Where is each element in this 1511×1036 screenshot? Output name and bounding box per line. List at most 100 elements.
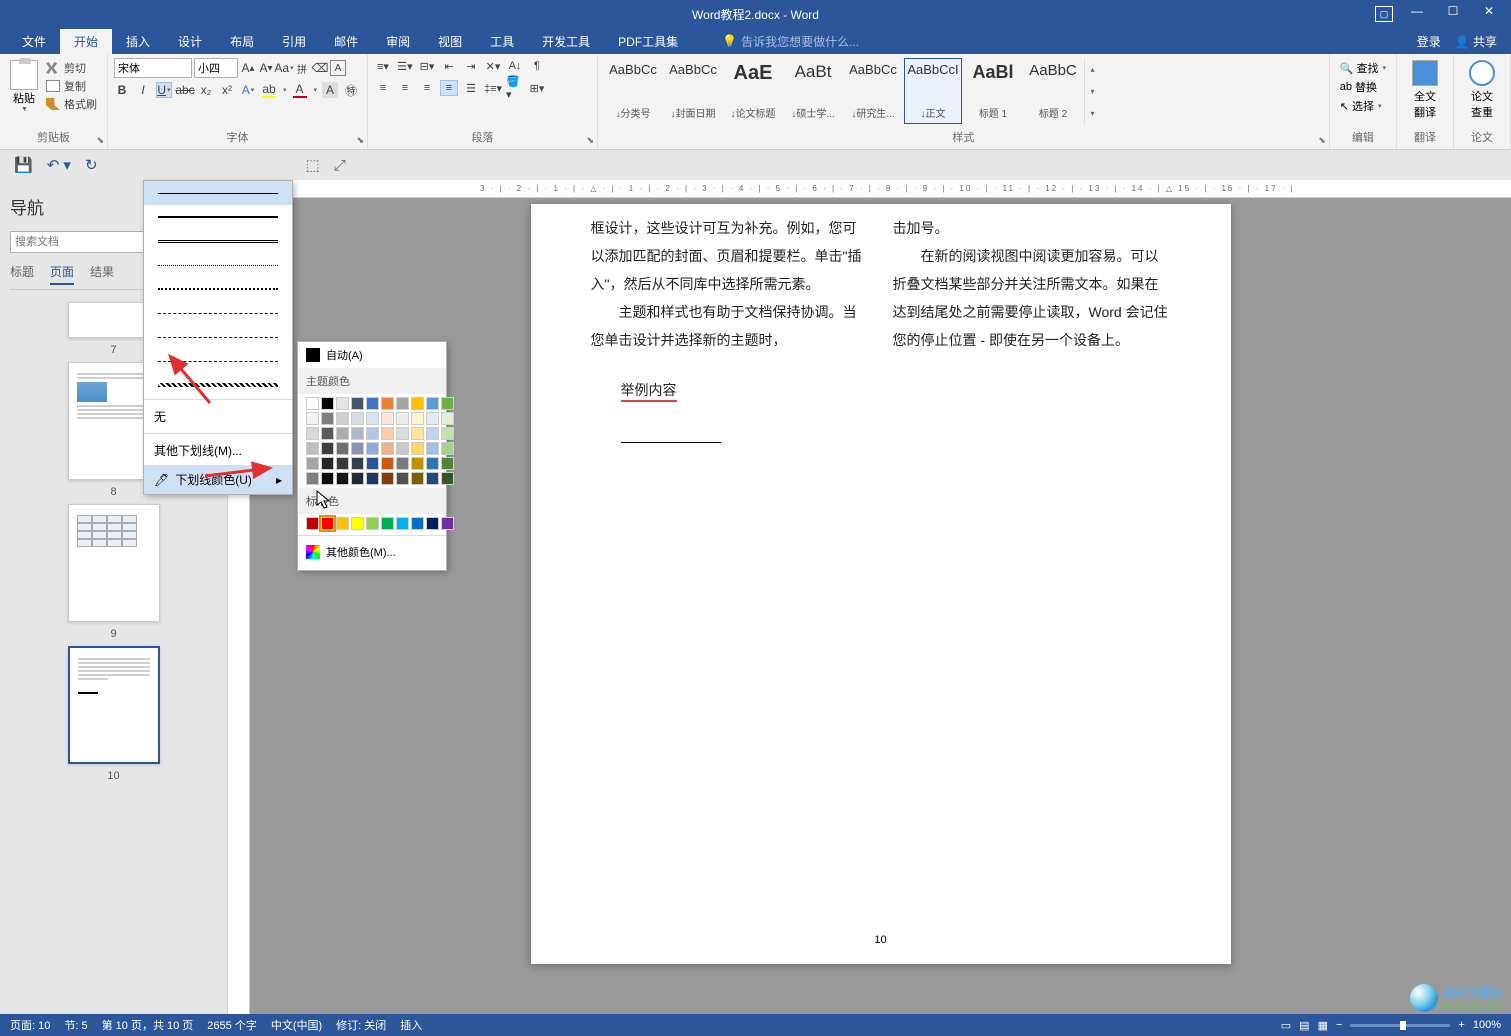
color-swatch[interactable] [441, 397, 454, 410]
color-swatch[interactable] [306, 412, 319, 425]
zoom-in-button[interactable]: + [1458, 1019, 1464, 1031]
style-heading1[interactable]: AaBl标题 1 [964, 58, 1022, 124]
select-button[interactable]: ↖选择▾ [1340, 98, 1386, 114]
style-graduate[interactable]: AaBbCc↓研究生... [844, 58, 902, 124]
borders-button[interactable]: ⊞▾ [528, 80, 546, 96]
style-thesis-title[interactable]: AaE↓论文标题 [724, 58, 782, 124]
underline-style-solid[interactable] [144, 181, 292, 205]
redo-button[interactable]: ↻ [85, 156, 98, 174]
status-page-of[interactable]: 第 10 页，共 10 页 [102, 1017, 194, 1033]
show-marks-button[interactable]: ¶ [528, 58, 546, 74]
nav-tab-results[interactable]: 结果 [90, 263, 114, 285]
decrease-font-button[interactable]: A▾ [258, 60, 274, 76]
underline-style-dotted-heavy[interactable] [144, 277, 292, 301]
color-swatch[interactable] [411, 472, 424, 485]
underline-button[interactable]: U▾ [156, 82, 172, 98]
status-page[interactable]: 页面: 10 [10, 1017, 50, 1033]
replace-button[interactable]: ab替换 [1340, 79, 1386, 95]
status-language[interactable]: 中文(中国) [271, 1017, 322, 1033]
status-insert-mode[interactable]: 插入 [400, 1017, 422, 1033]
find-button[interactable]: 🔍查找▾ [1340, 60, 1386, 76]
tab-design[interactable]: 设计 [164, 29, 216, 54]
color-swatch[interactable] [411, 397, 424, 410]
tab-home[interactable]: 开始 [60, 29, 112, 54]
color-swatch[interactable] [411, 457, 424, 470]
color-swatch[interactable] [396, 427, 409, 440]
color-swatch[interactable] [336, 397, 349, 410]
tab-tools[interactable]: 工具 [476, 29, 528, 54]
color-swatch[interactable] [426, 517, 439, 530]
thumbnail-9[interactable] [68, 504, 160, 622]
color-swatch[interactable] [381, 442, 394, 455]
character-shading-button[interactable]: A [322, 82, 338, 98]
color-swatch[interactable] [411, 517, 424, 530]
color-swatch[interactable] [321, 442, 334, 455]
color-swatch[interactable] [366, 442, 379, 455]
line-spacing-button[interactable]: ‡≡▾ [484, 80, 502, 96]
color-swatch[interactable] [306, 442, 319, 455]
color-swatch[interactable] [396, 397, 409, 410]
underline-style-thick[interactable] [144, 205, 292, 229]
color-swatch[interactable] [441, 457, 454, 470]
paper-check-button[interactable]: 论文 查重 [1460, 58, 1504, 122]
align-right-button[interactable]: ≡ [418, 80, 436, 96]
color-swatch[interactable] [411, 412, 424, 425]
clear-formatting-button[interactable]: ⌫ [312, 60, 328, 76]
color-swatch[interactable] [426, 412, 439, 425]
color-swatch[interactable] [321, 412, 334, 425]
color-swatch[interactable] [441, 427, 454, 440]
align-left-button[interactable]: ≡ [374, 80, 392, 96]
color-swatch[interactable] [351, 397, 364, 410]
color-swatch[interactable] [336, 517, 349, 530]
color-swatch[interactable] [351, 427, 364, 440]
zoom-level[interactable]: 100% [1473, 1019, 1501, 1031]
underline-style-dashdot[interactable] [144, 325, 292, 349]
underline-style-dash[interactable] [144, 301, 292, 325]
highlight-button[interactable]: ab [261, 82, 277, 98]
maximize-button[interactable]: ☐ [1441, 4, 1465, 24]
styles-scroll[interactable]: ▴▾▾ [1084, 58, 1100, 124]
color-swatch[interactable] [366, 412, 379, 425]
color-swatch[interactable] [321, 427, 334, 440]
color-swatch[interactable] [396, 517, 409, 530]
thumbnail-10[interactable] [68, 646, 160, 764]
status-section[interactable]: 节: 5 [64, 1017, 87, 1033]
subscript-button[interactable]: x₂ [198, 82, 214, 98]
nav-tab-headings[interactable]: 标题 [10, 263, 34, 285]
tab-developer[interactable]: 开发工具 [528, 29, 604, 54]
tab-mailings[interactable]: 邮件 [320, 29, 372, 54]
status-track-changes[interactable]: 修订: 关闭 [336, 1017, 386, 1033]
color-swatch[interactable] [321, 397, 334, 410]
tab-insert[interactable]: 插入 [112, 29, 164, 54]
close-button[interactable]: ✕ [1477, 4, 1501, 24]
color-swatch[interactable] [381, 397, 394, 410]
color-swatch[interactable] [321, 517, 334, 530]
color-swatch[interactable] [351, 412, 364, 425]
view-print-layout-button[interactable]: ▤ [1299, 1019, 1309, 1032]
strikethrough-button[interactable]: abc [177, 82, 193, 98]
page-10[interactable]: 框设计，这些设计可互为补充。例如，您可以添加匹配的封面、页眉和提要栏。单击"插入… [531, 204, 1231, 964]
paragraph-dialog-launcher[interactable]: ⬊ [586, 135, 594, 146]
color-swatch[interactable] [336, 472, 349, 485]
document-scroll[interactable]: 框设计，这些设计可互为补充。例如，您可以添加匹配的封面、页眉和提要栏。单击"插入… [250, 198, 1511, 1014]
enclose-characters-button[interactable]: ㊕ [343, 82, 359, 98]
color-swatch[interactable] [366, 472, 379, 485]
decrease-indent-button[interactable]: ⇤ [440, 58, 458, 74]
sort-button[interactable]: A↓ [506, 58, 524, 74]
font-color-button[interactable]: A [292, 82, 308, 98]
color-swatch[interactable] [396, 412, 409, 425]
color-swatch[interactable] [321, 457, 334, 470]
color-swatch[interactable] [441, 412, 454, 425]
color-swatch[interactable] [426, 442, 439, 455]
login-link[interactable]: 登录 [1417, 33, 1441, 50]
styles-dialog-launcher[interactable]: ⬊ [1318, 135, 1326, 146]
color-swatch[interactable] [396, 472, 409, 485]
distribute-button[interactable]: ☰ [462, 80, 480, 96]
change-case-button[interactable]: Aa▾ [276, 60, 292, 76]
color-swatch[interactable] [381, 412, 394, 425]
color-swatch[interactable] [366, 397, 379, 410]
asian-layout-button[interactable]: ✕▾ [484, 58, 502, 74]
zoom-out-button[interactable]: − [1336, 1019, 1342, 1031]
character-border-button[interactable]: A [330, 60, 346, 76]
color-swatch[interactable] [336, 427, 349, 440]
